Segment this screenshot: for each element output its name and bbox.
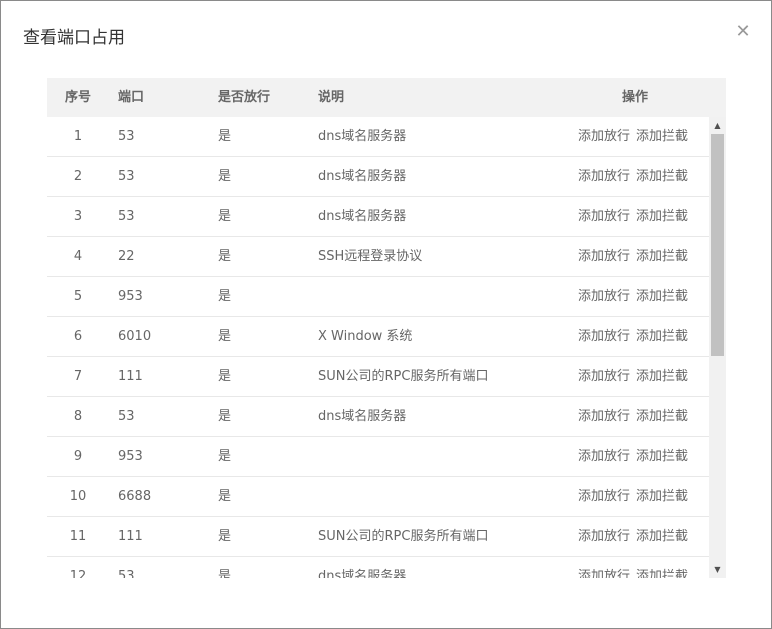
add-allow-button[interactable]: 添加放行 [578,237,630,276]
header-actions: 操作 [622,90,649,105]
row-port: 22 [118,249,135,264]
header-description: 说明 [318,90,345,105]
dialog-title: 查看端口占用 [23,28,125,48]
row-index: 3 [73,209,83,224]
row-description: SUN公司的RPC服务所有端口 [318,529,489,544]
row-port: 111 [118,369,143,384]
add-block-button[interactable]: 添加拦截 [636,237,688,276]
row-description: dns域名服务器 [318,409,407,424]
row-port: 53 [118,129,135,144]
add-block-button[interactable]: 添加拦截 [636,157,688,196]
table-row: 6 6010 是 X Window 系统 添加放行 添加拦截 [47,317,709,357]
row-allowed: 是 [218,249,232,264]
row-allowed: 是 [218,169,232,184]
row-allowed: 是 [218,329,232,344]
table-row: 4 22 是 SSH远程登录协议 添加放行 添加拦截 [47,237,709,277]
table-row: 9 953 是 添加放行 添加拦截 [47,437,709,477]
row-port: 53 [118,169,135,184]
row-description: SUN公司的RPC服务所有端口 [318,369,489,384]
add-allow-button[interactable]: 添加放行 [578,197,630,236]
row-allowed: 是 [218,289,232,304]
row-index: 9 [73,449,83,464]
table-row: 3 53 是 dns域名服务器 添加放行 添加拦截 [47,197,709,237]
row-description: dns域名服务器 [318,209,407,224]
add-allow-button[interactable]: 添加放行 [578,157,630,196]
add-block-button[interactable]: 添加拦截 [636,317,688,356]
add-block-button[interactable]: 添加拦截 [636,437,688,476]
table-row: 11 111 是 SUN公司的RPC服务所有端口 添加放行 添加拦截 [47,517,709,557]
add-allow-button[interactable]: 添加放行 [578,477,630,516]
row-allowed: 是 [218,369,232,384]
table-body[interactable]: 1 53 是 dns域名服务器 添加放行 添加拦截 2 53 是 dns域名服务器 添加放行 添加拦截… [47,117,709,578]
row-description: dns域名服务器 [318,569,407,578]
add-allow-button[interactable]: 添加放行 [578,357,630,396]
row-index: 1 [73,129,83,144]
row-allowed: 是 [218,409,232,424]
row-index: 11 [69,529,87,544]
row-index: 5 [73,289,83,304]
header-allowed: 是否放行 [218,90,271,105]
row-allowed: 是 [218,489,232,504]
row-description: dns域名服务器 [318,129,407,144]
row-port: 111 [118,529,143,544]
add-allow-button[interactable]: 添加放行 [578,517,630,556]
add-allow-button[interactable]: 添加放行 [578,317,630,356]
port-usage-dialog: 查看端口占用 ✕ 序号 端口 是否放行 说明 操作 1 53 是 dns域名服务器 添加… [0,0,772,629]
row-index: 8 [73,409,83,424]
row-description: dns域名服务器 [318,169,407,184]
row-index: 4 [73,249,83,264]
table-row: 1 53 是 dns域名服务器 添加放行 添加拦截 [47,117,709,157]
row-index: 2 [73,169,83,184]
scrollbar-thumb[interactable] [711,134,724,356]
row-port: 53 [118,569,135,578]
row-allowed: 是 [218,449,232,464]
add-block-button[interactable]: 添加拦截 [636,517,688,556]
row-index: 6 [73,329,83,344]
table-row: 8 53 是 dns域名服务器 添加放行 添加拦截 [47,397,709,437]
add-block-button[interactable]: 添加拦截 [636,117,688,156]
scroll-up-arrow-icon[interactable]: ▲ [709,117,726,134]
row-port: 6688 [118,489,152,504]
vertical-scrollbar[interactable]: ▲ ▼ [709,117,726,578]
add-block-button[interactable]: 添加拦截 [636,557,688,578]
row-port: 953 [118,289,143,304]
row-port: 53 [118,409,135,424]
add-allow-button[interactable]: 添加放行 [578,557,630,578]
row-index: 10 [69,489,87,504]
table-header: 序号 端口 是否放行 说明 操作 [47,78,726,117]
add-block-button[interactable]: 添加拦截 [636,397,688,436]
row-port: 953 [118,449,143,464]
add-block-button[interactable]: 添加拦截 [636,277,688,316]
row-allowed: 是 [218,209,232,224]
row-allowed: 是 [218,129,232,144]
add-block-button[interactable]: 添加拦截 [636,197,688,236]
add-allow-button[interactable]: 添加放行 [578,277,630,316]
row-index: 7 [73,369,83,384]
add-allow-button[interactable]: 添加放行 [578,117,630,156]
row-port: 6010 [118,329,152,344]
table-row: 2 53 是 dns域名服务器 添加放行 添加拦截 [47,157,709,197]
close-icon[interactable]: ✕ [734,23,752,41]
table-row: 7 111 是 SUN公司的RPC服务所有端口 添加放行 添加拦截 [47,357,709,397]
table-row: 12 53 是 dns域名服务器 添加放行 添加拦截 [47,557,709,578]
table-row: 5 953 是 添加放行 添加拦截 [47,277,709,317]
row-index: 12 [69,569,87,578]
add-allow-button[interactable]: 添加放行 [578,437,630,476]
row-description: X Window 系统 [318,329,413,344]
add-block-button[interactable]: 添加拦截 [636,477,688,516]
add-block-button[interactable]: 添加拦截 [636,357,688,396]
row-allowed: 是 [218,529,232,544]
table-row: 10 6688 是 添加放行 添加拦截 [47,477,709,517]
row-allowed: 是 [218,569,232,578]
scroll-down-arrow-icon[interactable]: ▼ [709,561,726,578]
row-port: 53 [118,209,135,224]
header-port: 端口 [118,90,145,105]
row-description: SSH远程登录协议 [318,249,423,264]
add-allow-button[interactable]: 添加放行 [578,397,630,436]
port-table: 序号 端口 是否放行 说明 操作 1 53 是 dns域名服务器 添加放行 添加拦截 2 53… [47,78,726,578]
header-index: 序号 [64,90,91,105]
